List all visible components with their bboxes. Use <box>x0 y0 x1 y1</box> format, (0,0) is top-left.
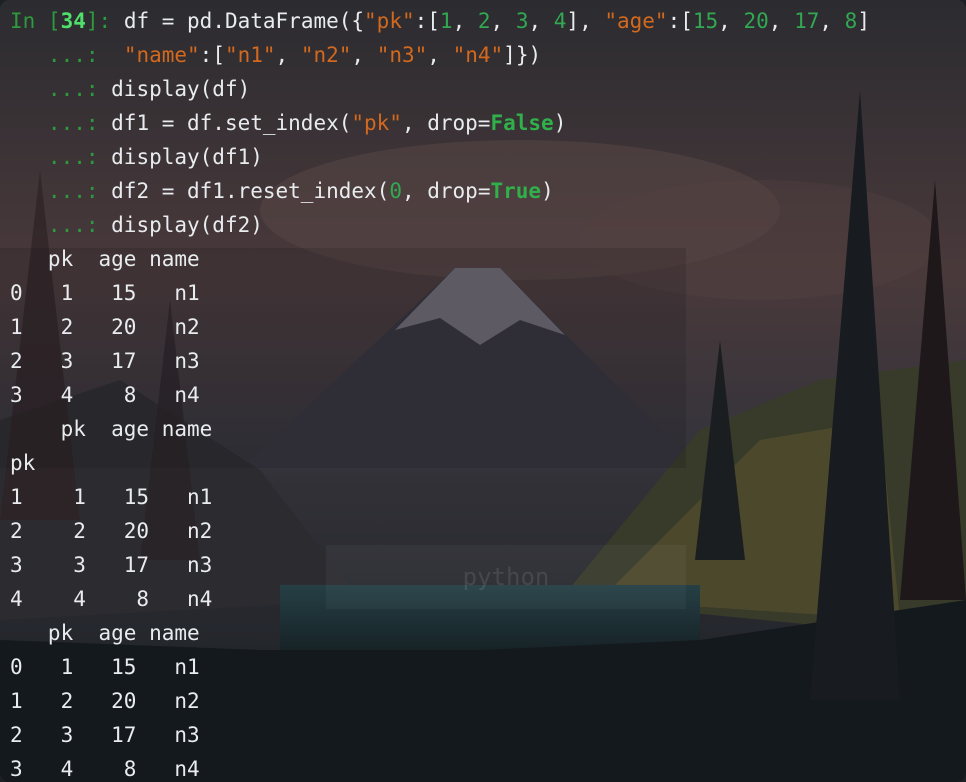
code-line-1[interactable]: In [34]: df = pd.DataFrame({"pk":[1, 2, … <box>10 4 870 38</box>
df2-header: pk age name <box>10 621 200 645</box>
df2-row: 1 2 20 n2 <box>10 689 200 713</box>
df1-index-name: pk <box>10 451 36 475</box>
df1-row: 2 2 20 n2 <box>10 519 213 543</box>
code-line-3[interactable]: ...: display(df) <box>10 72 250 106</box>
code-line-6[interactable]: ...: df2 = df1.reset_index(0, drop=True) <box>10 174 554 208</box>
df1-row: 4 4 8 n4 <box>10 587 213 611</box>
df2-row: 2 3 17 n3 <box>10 723 200 747</box>
code-line-5[interactable]: ...: display(df1) <box>10 140 263 174</box>
df1-row: 1 1 15 n1 <box>10 485 213 509</box>
df-row: 2 3 17 n3 <box>10 349 200 373</box>
df-header: pk age name <box>10 247 200 271</box>
df1-row: 3 3 17 n3 <box>10 553 213 577</box>
code-line-2[interactable]: ...: "name":["n1", "n2", "n3", "n4"]}) <box>10 38 541 72</box>
df2-row: 3 4 8 n4 <box>10 757 200 781</box>
df-row: 1 2 20 n2 <box>10 315 200 339</box>
df-row: 3 4 8 n4 <box>10 383 200 407</box>
df1-header: pk age name <box>10 417 213 441</box>
code-line-7[interactable]: ...: display(df2) <box>10 208 263 242</box>
df-row: 0 1 15 n1 <box>10 281 200 305</box>
terminal-window[interactable]: python In [34]: df = pd.DataFrame({"pk":… <box>0 0 966 782</box>
code-line-4[interactable]: ...: df1 = df.set_index("pk", drop=False… <box>10 106 566 140</box>
df2-row: 0 1 15 n1 <box>10 655 200 679</box>
watermark: python <box>326 545 686 609</box>
